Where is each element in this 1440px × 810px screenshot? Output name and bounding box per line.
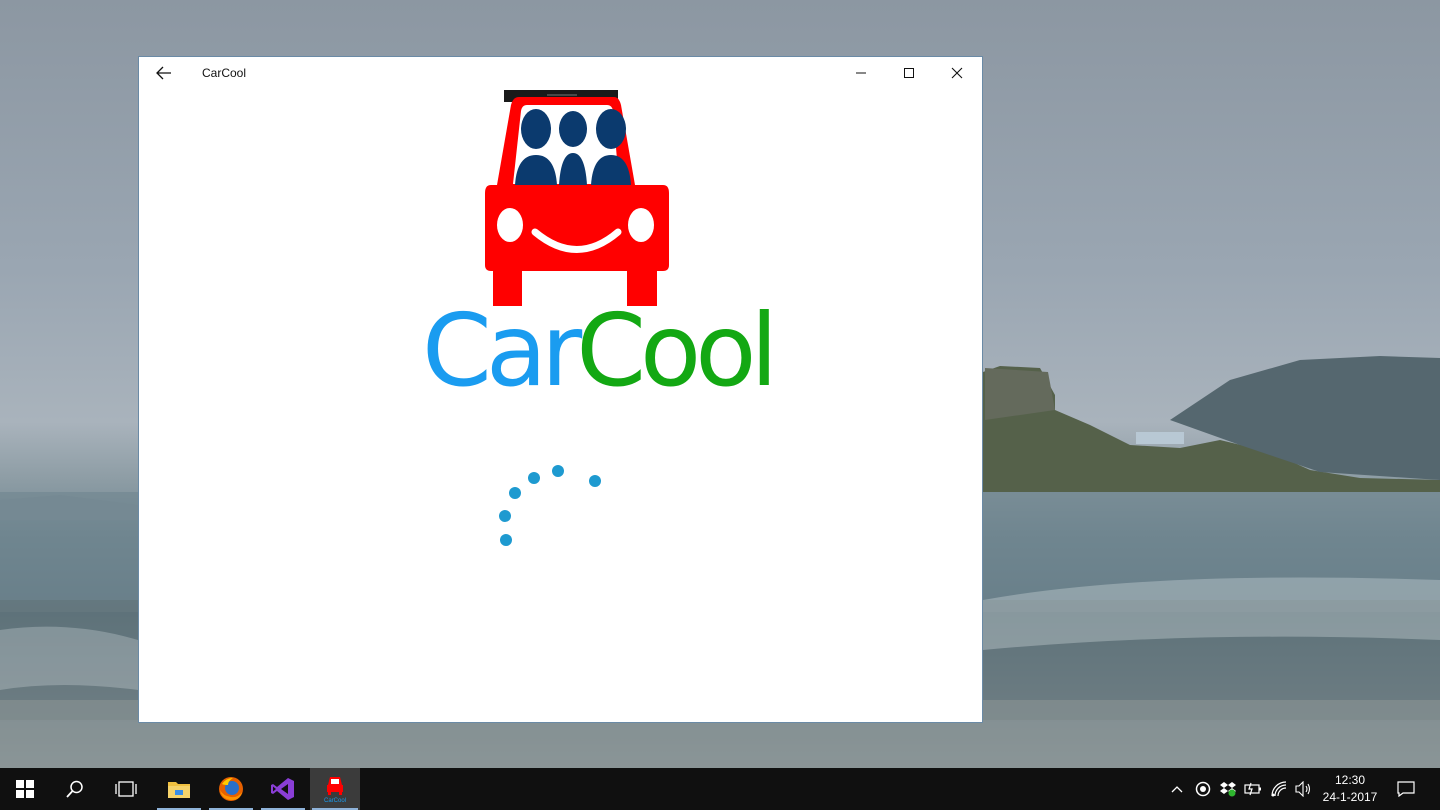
search-button[interactable] [51,768,99,810]
windows-start-icon [16,780,34,798]
car-logo-icon [485,90,669,306]
tray-dropbox-button[interactable] [1217,768,1239,810]
visual-studio-button[interactable] [259,768,307,810]
close-icon [951,67,963,79]
close-button[interactable] [934,57,980,89]
splash-content: CarCool [139,89,982,722]
carcool-app-icon: CarCool [324,777,346,803]
wifi-icon [1271,781,1287,797]
taskbar: CarCool 12:30 24-1-2017 [0,768,1440,810]
file-explorer-button[interactable] [155,768,203,810]
tray-volume-button[interactable] [1293,768,1315,810]
start-button[interactable] [1,768,49,810]
maximize-button[interactable] [886,57,932,89]
logo-wordmark: CarCool [422,301,778,401]
title-bar[interactable]: CarCool [139,57,982,89]
dropbox-icon [1220,782,1236,797]
search-icon [66,780,83,798]
minimize-icon [856,72,866,74]
action-center-button[interactable] [1390,768,1422,810]
tray-wifi-button[interactable] [1268,768,1290,810]
task-view-icon [115,781,137,797]
taskbar-clock[interactable]: 12:30 24-1-2017 [1314,768,1386,810]
firefox-icon [219,777,243,801]
clock-date: 24-1-2017 [1322,790,1378,804]
chevron-up-icon [1171,786,1183,793]
show-hidden-icons-button[interactable] [1166,768,1188,810]
back-button[interactable] [147,57,181,89]
task-view-button[interactable] [102,768,150,810]
tray-battery-button[interactable] [1242,768,1264,810]
maximize-icon [904,68,914,78]
volume-icon [1295,781,1311,797]
svg-text:CarCool: CarCool [324,798,346,803]
loading-spinner [499,465,601,546]
clock-time: 12:30 [1334,773,1366,787]
app-window: CarCool CarCool [138,56,983,723]
back-arrow-icon [156,66,171,80]
file-explorer-icon [168,782,190,798]
action-center-icon [1397,781,1415,797]
tray-record-button[interactable] [1192,768,1214,810]
logo-word-car: Car [422,292,582,409]
visual-studio-icon [271,778,294,800]
minimize-button[interactable] [838,57,884,89]
battery-icon [1244,782,1261,796]
logo-word-cool: Cool [576,292,778,409]
record-icon [1195,781,1211,797]
carcool-taskbar-button[interactable]: CarCool [310,768,360,810]
window-title: CarCool [202,66,247,80]
firefox-button[interactable] [207,768,255,810]
